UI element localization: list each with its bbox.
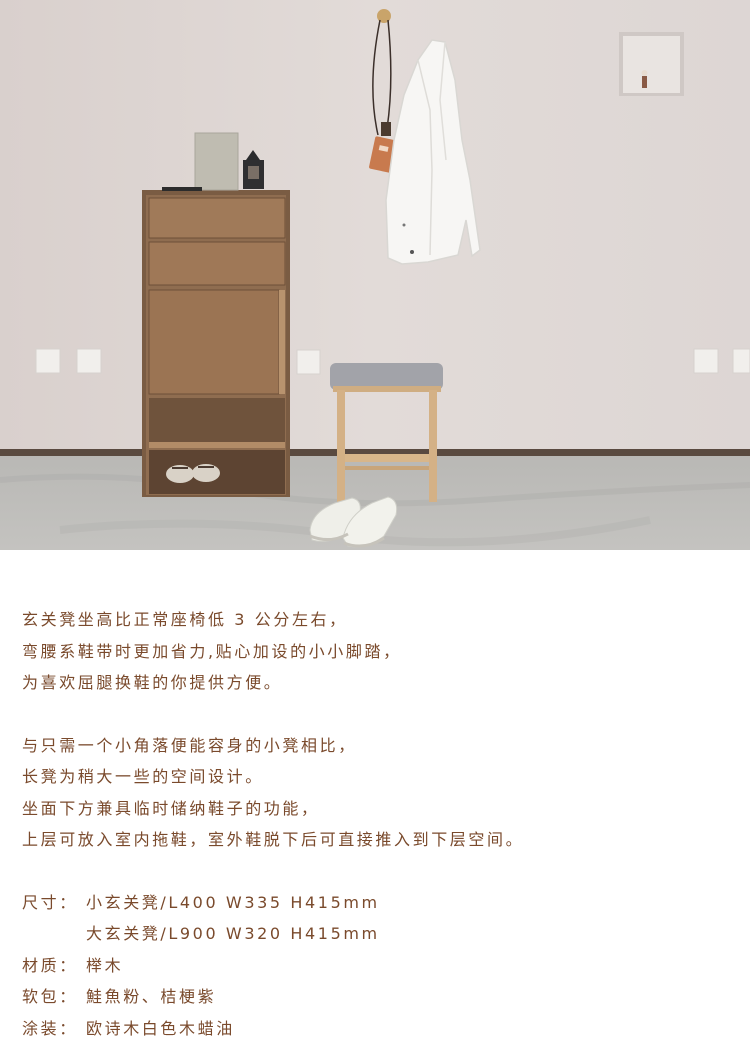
spec-label: 材质： — [22, 955, 78, 975]
spec-value: 榉木 — [86, 955, 124, 975]
wall-niche — [619, 32, 684, 96]
spec-size: 尺寸： 小玄关凳/L400 W335 H415mm — [22, 887, 732, 919]
spec-label-empty — [22, 918, 86, 950]
spec-upholstery: 软包： 鮭魚粉、桔梗紫 — [22, 981, 732, 1013]
spec-label: 软包： — [22, 987, 78, 1006]
text-line: 与只需一个小角落便能容身的小凳相比， — [22, 735, 357, 755]
text-line: 玄关凳坐高比正常座椅低 3 公分左右， — [22, 610, 348, 629]
text-line: 上层可放入室内拖鞋，室外鞋脱下后可直接推入到下层空间。 — [22, 830, 525, 849]
spec-list: 尺寸： 小玄关凳/L400 W335 H415mm 大玄关凳/L900 W320… — [22, 887, 732, 1045]
text-line: 为喜欢屈腿换鞋的你提供方便。 — [22, 673, 283, 692]
spec-size-large: 大玄关凳/L900 W320 H415mm — [22, 918, 732, 950]
product-description: 玄关凳坐高比正常座椅低 3 公分左右， 弯腰系鞋带时更加省力,贴心加设的小小脚踏… — [22, 604, 732, 1044]
spec-value: 大玄关凳/L900 W320 H415mm — [86, 924, 380, 943]
paragraph-1: 玄关凳坐高比正常座椅低 3 公分左右， 弯腰系鞋带时更加省力,贴心加设的小小脚踏… — [22, 604, 732, 699]
spec-label: 尺寸： — [22, 892, 78, 912]
spec-finish: 涂装： 欧诗木白色木蜡油 — [22, 1013, 732, 1045]
text-line: 弯腰系鞋带时更加省力,贴心加设的小小脚踏， — [22, 641, 402, 661]
paragraph-2: 与只需一个小角落便能容身的小凳相比， 长凳为稍大一些的空间设计。 坐面下方兼具临… — [22, 730, 732, 856]
spec-value: 欧诗木白色木蜡油 — [86, 1018, 235, 1038]
entryway-scene — [0, 0, 750, 550]
spec-material: 材质： 榉木 — [22, 950, 732, 982]
text-line: 坐面下方兼具临时储纳鞋子的功能， — [22, 798, 320, 818]
product-photo — [0, 0, 750, 550]
spec-value: 鮭魚粉、桔梗紫 — [86, 987, 217, 1006]
spec-value: 小玄关凳/L400 W335 H415mm — [86, 892, 380, 912]
text-line: 长凳为稍大一些的空间设计。 — [22, 767, 264, 786]
spec-label: 涂装： — [22, 1018, 78, 1038]
wooden-cabinet — [142, 190, 290, 497]
